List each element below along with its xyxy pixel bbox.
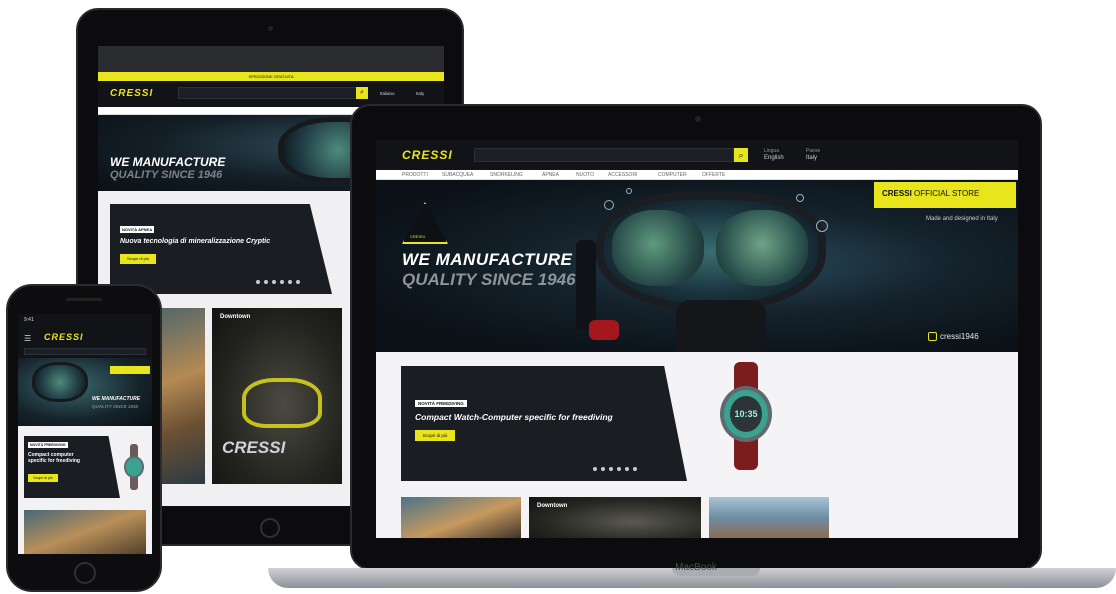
laptop-camera — [695, 116, 701, 122]
tile-photo-beach[interactable] — [709, 497, 829, 538]
laptop-main-nav: PRODOTTI SUBACQUEA SNORKELING APNEA NUOT… — [376, 170, 1018, 180]
phone-store-tag — [110, 366, 150, 374]
store-label: OFFICIAL STORE — [914, 189, 980, 198]
nav-item[interactable]: COMPUTER — [658, 172, 687, 178]
phone-search-input[interactable] — [24, 348, 146, 355]
watch-time: 10:35 — [730, 396, 762, 432]
region-selector[interactable]: Italy — [806, 155, 817, 162]
bubble-shape — [626, 188, 632, 194]
instagram-icon — [928, 332, 937, 341]
tablet-promo-tag: NOVITÀ APNEA — [120, 226, 155, 233]
hero-title: WE MANUFACTURE — [402, 250, 573, 269]
mask-lens-right — [716, 210, 808, 286]
lang-selector[interactable]: English — [764, 155, 784, 162]
tablet-home-button[interactable] — [260, 518, 280, 538]
laptop-search-button[interactable]: ⌕ — [734, 148, 748, 162]
instagram-handle: cressi1946 — [940, 332, 979, 341]
laptop-site-header: CRESSI ⌕ Lingua English Paese Italy — [376, 140, 1018, 170]
tablet-hero-title: WE MANUFACTURE — [110, 155, 226, 169]
phone-hero-title: WE MANUFACTURE — [92, 396, 141, 402]
diver-strap — [576, 240, 596, 330]
instagram-link[interactable]: cressi1946 — [928, 332, 979, 341]
tablet-camera — [268, 26, 273, 31]
cressi-badge-icon — [402, 202, 448, 244]
tablet-downtown-tile[interactable]: Downtown CRESSI — [212, 308, 342, 484]
watch-computer-image: 10:35 — [716, 362, 776, 470]
search-icon: ⌕ — [738, 149, 744, 160]
region-label: Paese — [806, 148, 821, 154]
tablet-lang[interactable]: Italiano — [380, 90, 395, 97]
tablet-carousel-dots[interactable] — [256, 280, 300, 284]
bubble-shape — [604, 200, 614, 210]
phone-device: 9:41 ☰ CRESSI WE MANUFACTURE QUALITY SIN… — [6, 284, 162, 592]
phone-time: 9:41 — [24, 317, 34, 323]
tile-photo-divers[interactable] — [401, 497, 521, 538]
regulator-hose — [589, 320, 619, 340]
tablet-tile-label: Downtown — [220, 314, 251, 320]
tablet-region[interactable]: Italy — [416, 90, 424, 97]
tablet-banner[interactable]: SPEDIZIONE GRATUITA — [98, 72, 444, 81]
tablet-mask-outline — [242, 378, 322, 428]
laptop-promo-banner: NOVITÀ FREEDIVING Compact Watch-Computer… — [401, 366, 687, 481]
laptop-screen: CRESSI ⌕ Lingua English Paese Italy PROD… — [376, 140, 1018, 538]
hamburger-menu-icon[interactable]: ☰ — [24, 334, 31, 343]
phone-screen: 9:41 ☰ CRESSI WE MANUFACTURE QUALITY SIN… — [18, 314, 152, 554]
tablet-promo-title: Nuova tecnologia di mineralizzazione Cry… — [120, 238, 271, 245]
badge-text: CRESSI — [410, 234, 425, 239]
phone-promo: NOVITÀ FREEDIVING Compact computer speci… — [24, 436, 120, 498]
laptop-search-input[interactable] — [474, 148, 734, 162]
diver-regulator — [676, 300, 766, 352]
phone-diver-mask — [32, 362, 88, 402]
tablet-logo[interactable]: CRESSI — [110, 88, 153, 99]
phone-hero: WE MANUFACTURE QUALITY SINCE 1946 — [18, 358, 152, 426]
phone-home-button[interactable] — [74, 562, 96, 584]
bubble-shape — [796, 194, 804, 202]
tablet-top-strip — [98, 46, 444, 72]
phone-watch-image — [122, 444, 146, 490]
nav-item[interactable]: APNEA — [542, 172, 559, 178]
promo-title: Compact Watch-Computer specific for free… — [415, 412, 613, 422]
phone-photo-tile[interactable] — [24, 510, 146, 554]
tablet-tile-logo: CRESSI — [222, 438, 286, 457]
laptop-logo[interactable]: CRESSI — [402, 148, 453, 162]
phone-header: 9:41 ☰ CRESSI — [18, 314, 152, 358]
promo-button[interactable]: Scopri di più — [415, 430, 455, 441]
hero-subtitle: QUALITY SINCE 1946 — [402, 270, 576, 289]
laptop-device-label: MacBook — [675, 562, 717, 573]
phone-promo-button[interactable]: Scopri di più — [28, 474, 58, 482]
phone-promo-tag: NOVITÀ FREEDIVING — [28, 442, 68, 448]
phone-hero-subtitle: QUALITY SINCE 1946 — [92, 404, 138, 409]
nav-item[interactable]: PRODOTTI — [402, 172, 428, 178]
lang-label: Lingua — [764, 148, 780, 154]
phone-promo-title: Compact computer specific for freediving — [28, 452, 80, 464]
nav-item[interactable]: NUOTO — [576, 172, 594, 178]
tablet-promo-button[interactable]: Scopri di più — [120, 254, 156, 264]
tablet-promo: NOVITÀ APNEA Nuova tecnologia di mineral… — [110, 204, 332, 294]
laptop-device: CRESSI ⌕ Lingua English Paese Italy PROD… — [350, 104, 1042, 570]
nav-item[interactable]: OFFERTE — [702, 172, 725, 178]
nav-item[interactable]: ACCESSORI — [608, 172, 637, 178]
bubble-shape — [816, 220, 828, 232]
phone-logo[interactable]: CRESSI — [44, 332, 84, 342]
phone-speaker — [66, 298, 102, 301]
tablet-hero-subtitle: QUALITY SINCE 1946 — [110, 169, 223, 181]
mask-lens-left — [612, 210, 704, 286]
official-store-tag[interactable]: CRESSI OFFICIAL STORE — [874, 182, 1016, 208]
store-note: Made and designed in Italy — [926, 216, 998, 222]
tablet-search-input[interactable] — [178, 87, 358, 99]
tablet-search-button[interactable]: ⌕ — [356, 87, 368, 99]
store-brand: CRESSI — [882, 189, 912, 198]
nav-item[interactable]: SUBACQUEA — [442, 172, 473, 178]
laptop-hero-banner[interactable]: CRESSI WE MANUFACTURE QUALITY SINCE 1946… — [376, 180, 1018, 352]
search-icon: ⌕ — [360, 89, 364, 96]
tile-downtown[interactable]: Downtown — [529, 497, 701, 538]
tile-label: Downtown — [537, 503, 568, 509]
nav-item[interactable]: SNORKELING — [490, 172, 523, 178]
carousel-dots[interactable] — [593, 467, 637, 471]
promo-tag: NOVITÀ FREEDIVING — [415, 400, 467, 407]
